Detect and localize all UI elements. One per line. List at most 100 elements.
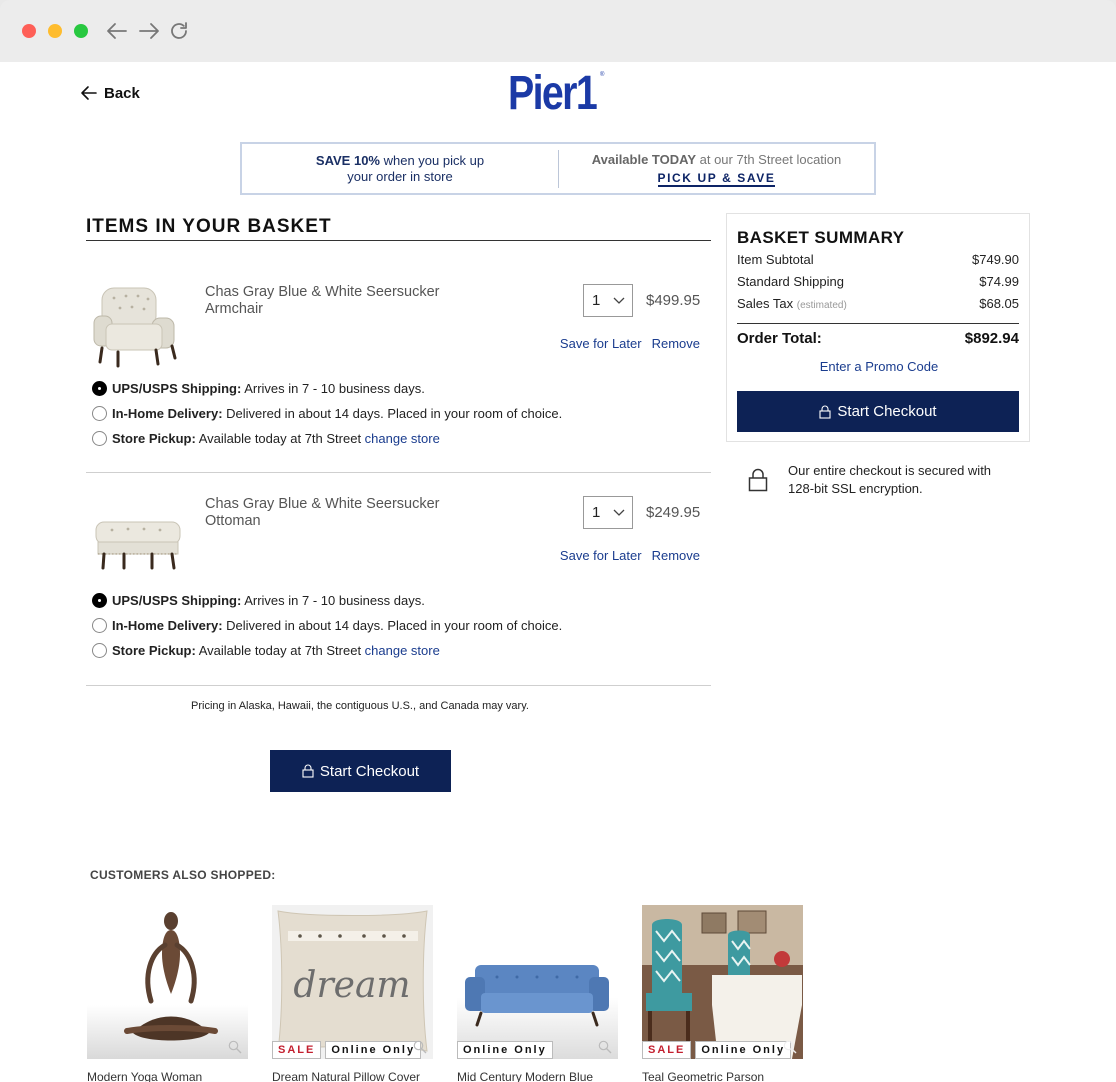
option-text: Arrives in 7 - 10 business days. [241, 381, 425, 396]
browser-toolbar [0, 0, 1116, 62]
quantity-value: 1 [592, 292, 601, 309]
close-window-button[interactable] [22, 24, 36, 38]
summary-start-checkout-button[interactable]: Start Checkout [737, 391, 1019, 432]
zoom-icon[interactable] [598, 1040, 612, 1054]
option-label: In-Home Delivery: [112, 618, 223, 633]
promo-code-link[interactable]: Enter a Promo Code [727, 359, 1031, 374]
option-text: Available today at 7th Street [195, 431, 365, 446]
option-text: Delivered in about 14 days. Placed in yo… [222, 406, 563, 421]
product-card[interactable] [87, 905, 248, 1059]
product-card[interactable]: SALE Online Only [642, 905, 803, 1059]
lock-icon [819, 405, 831, 419]
option-label: Store Pickup: [112, 643, 196, 658]
item-name[interactable]: Chas Gray Blue & White Seersucker Ottoma… [205, 496, 465, 530]
zoom-icon[interactable] [413, 1040, 427, 1054]
also-shopped-title: CUSTOMERS ALSO SHOPPED: [90, 868, 276, 882]
dream-pillow-image: dream [272, 905, 433, 1059]
summary-value: $749.90 [972, 252, 1019, 267]
summary-label: Item Subtotal [737, 252, 814, 267]
summary-row-tax: Sales Tax (estimated) $68.05 [737, 296, 1019, 311]
svg-text:dream: dream [293, 965, 410, 1006]
product-card[interactable]: Online Only [457, 905, 618, 1059]
quantity-select[interactable]: 1 [583, 496, 633, 529]
remove-link[interactable]: Remove [652, 548, 700, 563]
item-divider [86, 685, 711, 686]
remove-link[interactable]: Remove [652, 336, 700, 351]
product-name[interactable]: Dream Natural Pillow Cover [272, 1070, 433, 1082]
radio-unselected[interactable] [92, 406, 107, 421]
padlock-icon [748, 468, 768, 492]
shipping-option-in-home[interactable]: In-Home Delivery: Delivered in about 14 … [92, 618, 562, 633]
product-name[interactable]: Mid Century Modern Blue [457, 1070, 618, 1082]
lock-icon [302, 764, 314, 778]
sale-tag: SALE [272, 1041, 322, 1059]
chevron-down-icon [613, 297, 625, 304]
browser-reload-icon[interactable] [166, 18, 192, 44]
option-text: Arrives in 7 - 10 business days. [241, 593, 425, 608]
product-name[interactable]: Teal Geometric Parson [642, 1070, 803, 1082]
zoom-icon[interactable] [783, 1040, 797, 1054]
browser-forward-icon[interactable] [136, 18, 162, 44]
zoom-icon[interactable] [228, 1040, 242, 1054]
minimize-window-button[interactable] [48, 24, 62, 38]
basket-item: Chas Gray Blue & White Seersucker Armcha… [86, 284, 711, 484]
radio-unselected[interactable] [92, 431, 107, 446]
item-name[interactable]: Chas Gray Blue & White Seersucker Armcha… [205, 284, 465, 318]
shipping-option-store-pickup[interactable]: Store Pickup: Available today at 7th Str… [92, 431, 440, 446]
basket-title: ITEMS IN YOUR BASKET [86, 216, 332, 237]
summary-value: $68.05 [979, 296, 1019, 311]
basket-summary: BASKET SUMMARY Item Subtotal $749.90 Sta… [726, 213, 1030, 442]
summary-row-shipping: Standard Shipping $74.99 [737, 274, 1019, 289]
back-label: Back [104, 84, 140, 102]
radio-selected[interactable] [92, 381, 107, 396]
item-price: $499.95 [646, 292, 701, 309]
blue-loveseat-image [457, 905, 618, 1059]
product-name[interactable]: Modern Yoga Woman [87, 1070, 248, 1082]
change-store-link[interactable]: change store [365, 431, 440, 446]
basket-title-rule [86, 240, 711, 241]
item-actions: Save for Later Remove [560, 336, 700, 351]
item-divider [86, 472, 711, 473]
pick-up-and-save-link[interactable]: PICK UP & SAVE [657, 171, 776, 187]
shipping-option-store-pickup[interactable]: Store Pickup: Available today at 7th Str… [92, 643, 440, 658]
shipping-option-ups[interactable]: UPS/USPS Shipping: Arrives in 7 - 10 bus… [92, 381, 425, 396]
yoga-woman-image [87, 905, 248, 1059]
browser-back-icon[interactable] [104, 18, 130, 44]
back-button[interactable]: Back [80, 84, 140, 102]
quantity-value: 1 [592, 504, 601, 521]
shipping-option-in-home[interactable]: In-Home Delivery: Delivered in about 14 … [92, 406, 562, 421]
change-store-link[interactable]: change store [365, 643, 440, 658]
radio-selected[interactable] [92, 593, 107, 608]
registered-mark: ® [600, 72, 605, 78]
pier1-logo[interactable]: Pier1 ® [508, 66, 608, 122]
radio-unselected[interactable] [92, 618, 107, 633]
armchair-thumbnail[interactable] [90, 282, 186, 372]
save-for-later-link[interactable]: Save for Later [560, 336, 642, 351]
promo-available-text: at our 7th Street location [696, 151, 842, 167]
summary-title: BASKET SUMMARY [737, 228, 905, 247]
item-actions: Save for Later Remove [560, 548, 700, 563]
radio-unselected[interactable] [92, 643, 107, 658]
promo-savings-bold: SAVE 10% [315, 152, 380, 168]
save-for-later-link[interactable]: Save for Later [560, 548, 642, 563]
online-only-tag: Online Only [325, 1041, 422, 1059]
quantity-select[interactable]: 1 [583, 284, 633, 317]
arrow-left-icon [81, 86, 97, 100]
promo-savings: SAVE 10% when you pick up your order in … [242, 153, 558, 185]
summary-label: Sales Tax [737, 296, 794, 311]
product-card[interactable]: dream SALE Online Only [272, 905, 433, 1059]
ottoman-thumbnail[interactable] [90, 502, 186, 592]
promo-availability: Available TODAY at our 7th Street locati… [559, 151, 874, 187]
product-tags: SALE Online Only [272, 1041, 422, 1059]
start-checkout-button[interactable]: Start Checkout [270, 750, 451, 792]
maximize-window-button[interactable] [74, 24, 88, 38]
logo-text: Pier1 [508, 67, 598, 120]
summary-divider [737, 323, 1019, 324]
summary-value: $74.99 [979, 274, 1019, 289]
checkout-label: Start Checkout [319, 762, 420, 780]
shipping-option-ups[interactable]: UPS/USPS Shipping: Arrives in 7 - 10 bus… [92, 593, 425, 608]
option-label: UPS/USPS Shipping: [112, 381, 242, 396]
option-label: In-Home Delivery: [112, 406, 223, 421]
summary-label: Standard Shipping [737, 274, 844, 289]
product-tags: SALE Online Only [642, 1041, 792, 1059]
